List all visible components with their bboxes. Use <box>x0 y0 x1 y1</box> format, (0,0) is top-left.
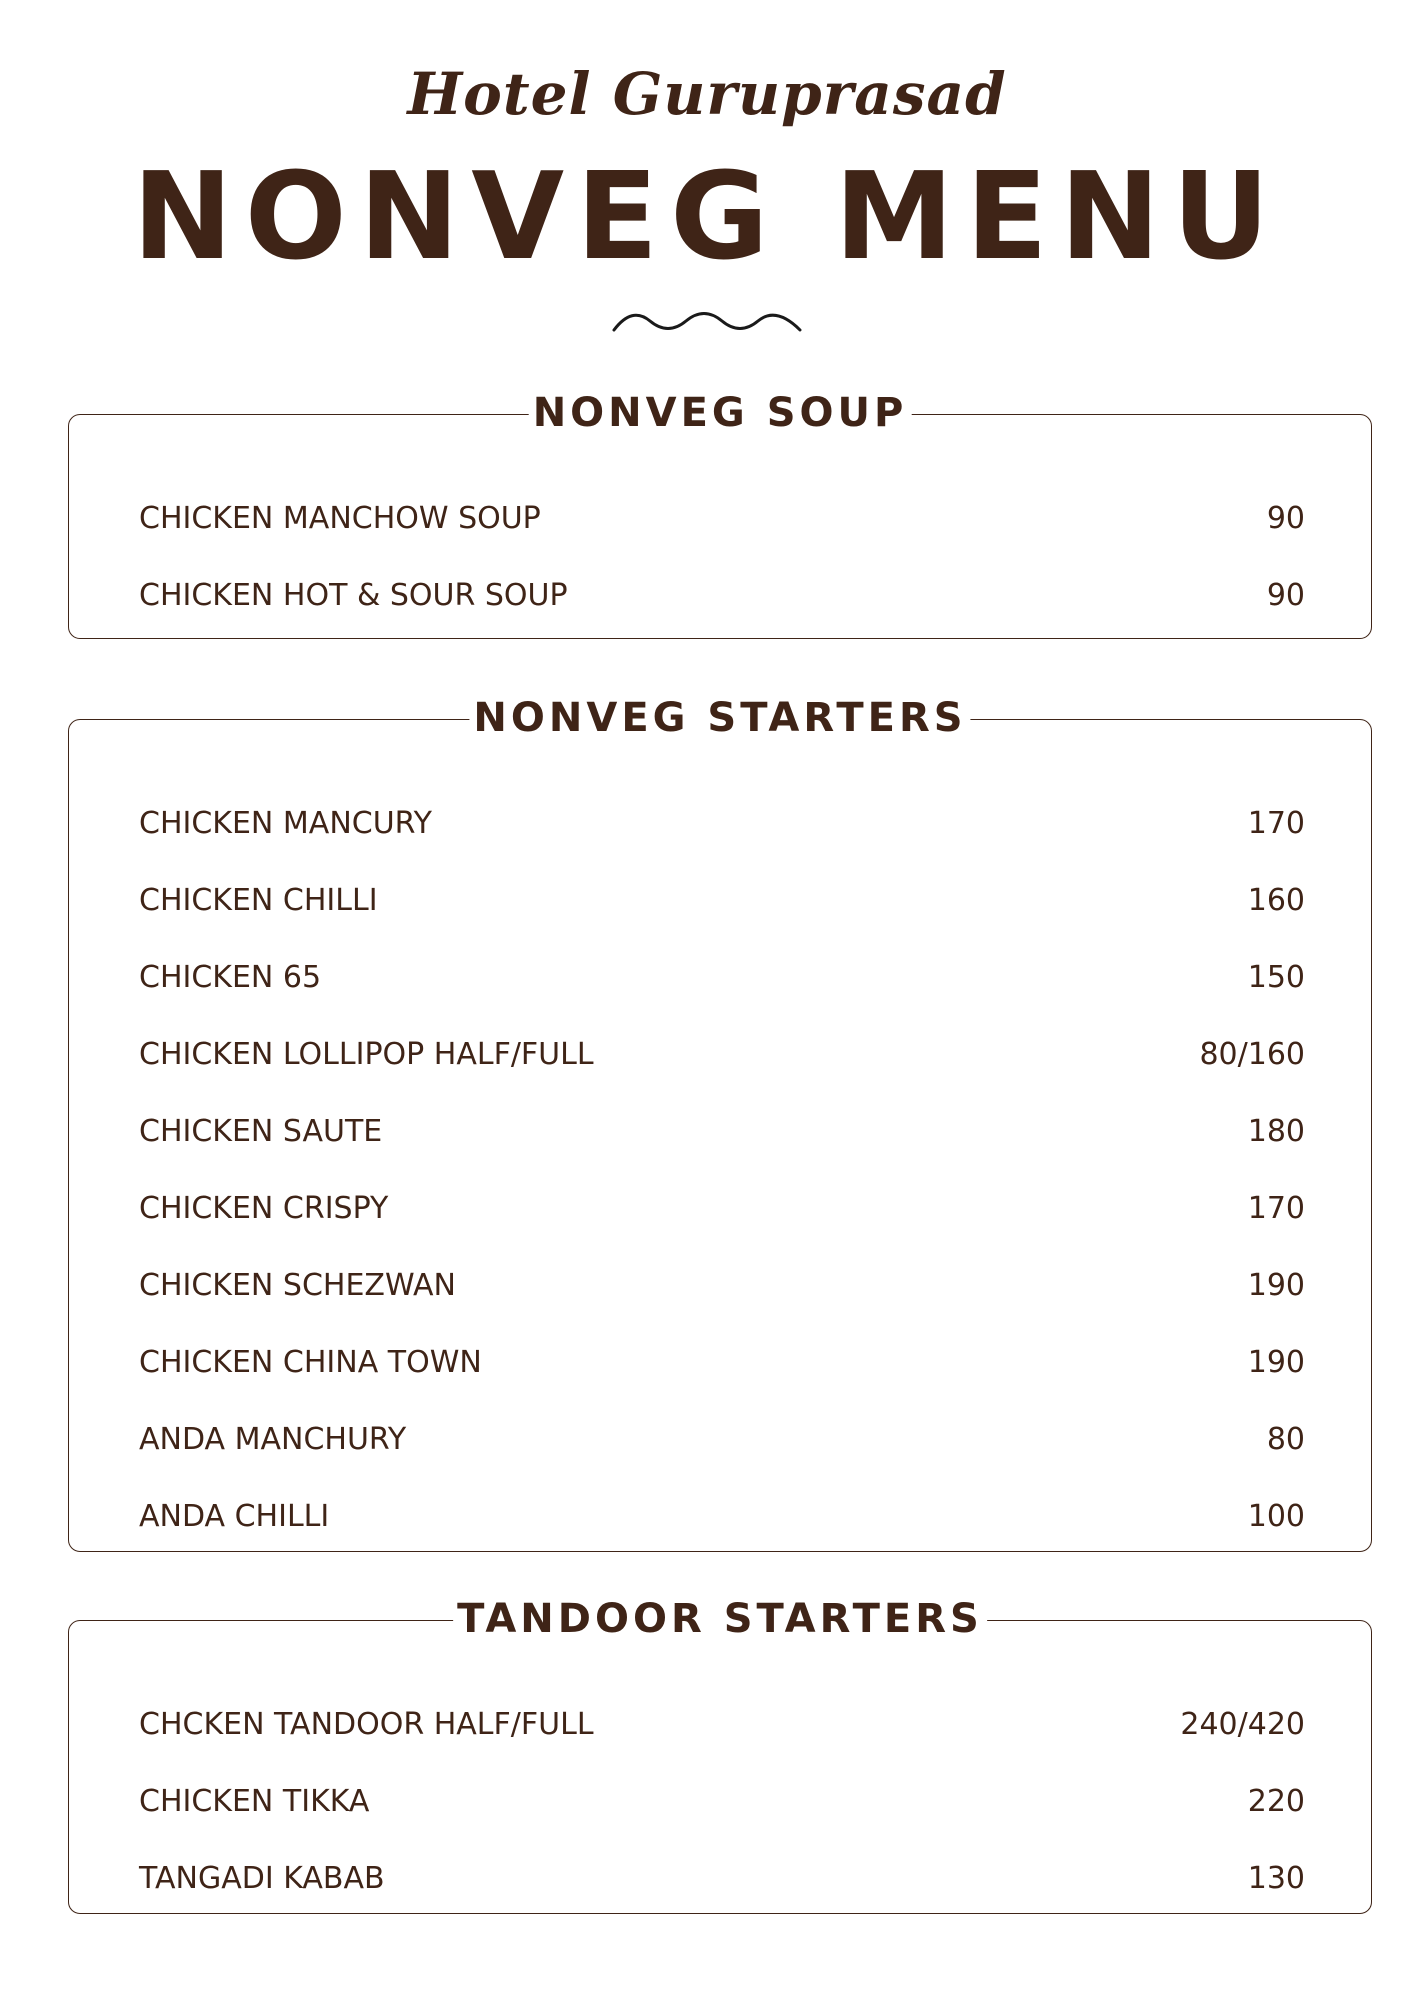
item-price: 130 <box>1247 1861 1305 1896</box>
item-name: ANDA MANCHURY <box>139 1422 407 1457</box>
item-price: 170 <box>1247 1191 1305 1226</box>
item-name: CHICKEN 65 <box>139 960 322 995</box>
item-price: 220 <box>1247 1784 1305 1819</box>
menu-item: CHICKEN CHILLI 160 <box>139 881 1305 958</box>
hotel-name: Hotel Guruprasad <box>407 60 1007 128</box>
menu-item: CHICKEN CHINA TOWN 190 <box>139 1343 1305 1420</box>
item-price: 100 <box>1247 1499 1305 1534</box>
menu-item: CHICKEN MANCURY 170 <box>139 804 1305 881</box>
menu-item: CHICKEN 65 150 <box>139 958 1305 1035</box>
item-name: CHICKEN CRISPY <box>139 1191 389 1226</box>
menu-item: CHICKEN TIKKA 220 <box>139 1782 1305 1859</box>
item-name: CHICKEN TIKKA <box>139 1784 370 1819</box>
section-title: NONVEG SOUP <box>528 389 912 437</box>
menu-item: CHICKEN MANCHOW SOUP 90 <box>139 499 1305 576</box>
item-price: 150 <box>1247 960 1305 995</box>
item-price: 90 <box>1266 578 1305 613</box>
menu-item: ANDA CHILLI 100 <box>139 1497 1305 1574</box>
section-tandoor-starters: TANDOOR STARTERS CHCKEN TANDOOR HALF/FUL… <box>68 1595 1372 1914</box>
item-name: CHICKEN CHILLI <box>139 883 378 918</box>
item-name: CHICKEN LOLLIPOP HALF/FULL <box>139 1037 594 1072</box>
item-name: CHICKEN CHINA TOWN <box>139 1345 482 1380</box>
item-price: 180 <box>1247 1114 1305 1149</box>
menu-item: ANDA MANCHURY 80 <box>139 1420 1305 1497</box>
section-title: NONVEG STARTERS <box>469 694 971 742</box>
item-price: 190 <box>1247 1268 1305 1303</box>
menu-item: CHCKEN TANDOOR HALF/FULL 240/420 <box>139 1705 1305 1782</box>
wave-divider-icon <box>612 312 802 332</box>
item-name: CHICKEN MANCHOW SOUP <box>139 501 541 536</box>
item-price: 90 <box>1266 501 1305 536</box>
item-price: 170 <box>1247 806 1305 841</box>
section-title: TANDOOR STARTERS <box>453 1595 987 1643</box>
menu-title: NONVEG MENU <box>132 148 1282 287</box>
menu-item: CHICKEN CRISPY 170 <box>139 1189 1305 1266</box>
item-price: 80 <box>1266 1422 1305 1457</box>
item-name: TANGADI KABAB <box>139 1861 385 1896</box>
item-name: CHICKEN SCHEZWAN <box>139 1268 456 1303</box>
item-name: CHICKEN MANCURY <box>139 806 432 841</box>
item-name: CHICKEN HOT & SOUR SOUP <box>139 578 568 613</box>
item-price: 240/420 <box>1180 1707 1305 1742</box>
menu-item: TANGADI KABAB 130 <box>139 1859 1305 1936</box>
item-name: ANDA CHILLI <box>139 1499 330 1534</box>
item-name: CHICKEN SAUTE <box>139 1114 383 1149</box>
menu-item: CHICKEN HOT & SOUR SOUP 90 <box>139 576 1305 653</box>
item-name: CHCKEN TANDOOR HALF/FULL <box>139 1707 594 1742</box>
item-price: 80/160 <box>1199 1037 1305 1072</box>
menu-item: CHICKEN LOLLIPOP HALF/FULL 80/160 <box>139 1035 1305 1112</box>
menu-item: CHICKEN SAUTE 180 <box>139 1112 1305 1189</box>
item-price: 190 <box>1247 1345 1305 1380</box>
menu-item: CHICKEN SCHEZWAN 190 <box>139 1266 1305 1343</box>
section-nonveg-soup: NONVEG SOUP CHICKEN MANCHOW SOUP 90 CHIC… <box>68 389 1372 639</box>
section-nonveg-starters: NONVEG STARTERS CHICKEN MANCURY 170 CHIC… <box>68 694 1372 1552</box>
item-price: 160 <box>1247 883 1305 918</box>
